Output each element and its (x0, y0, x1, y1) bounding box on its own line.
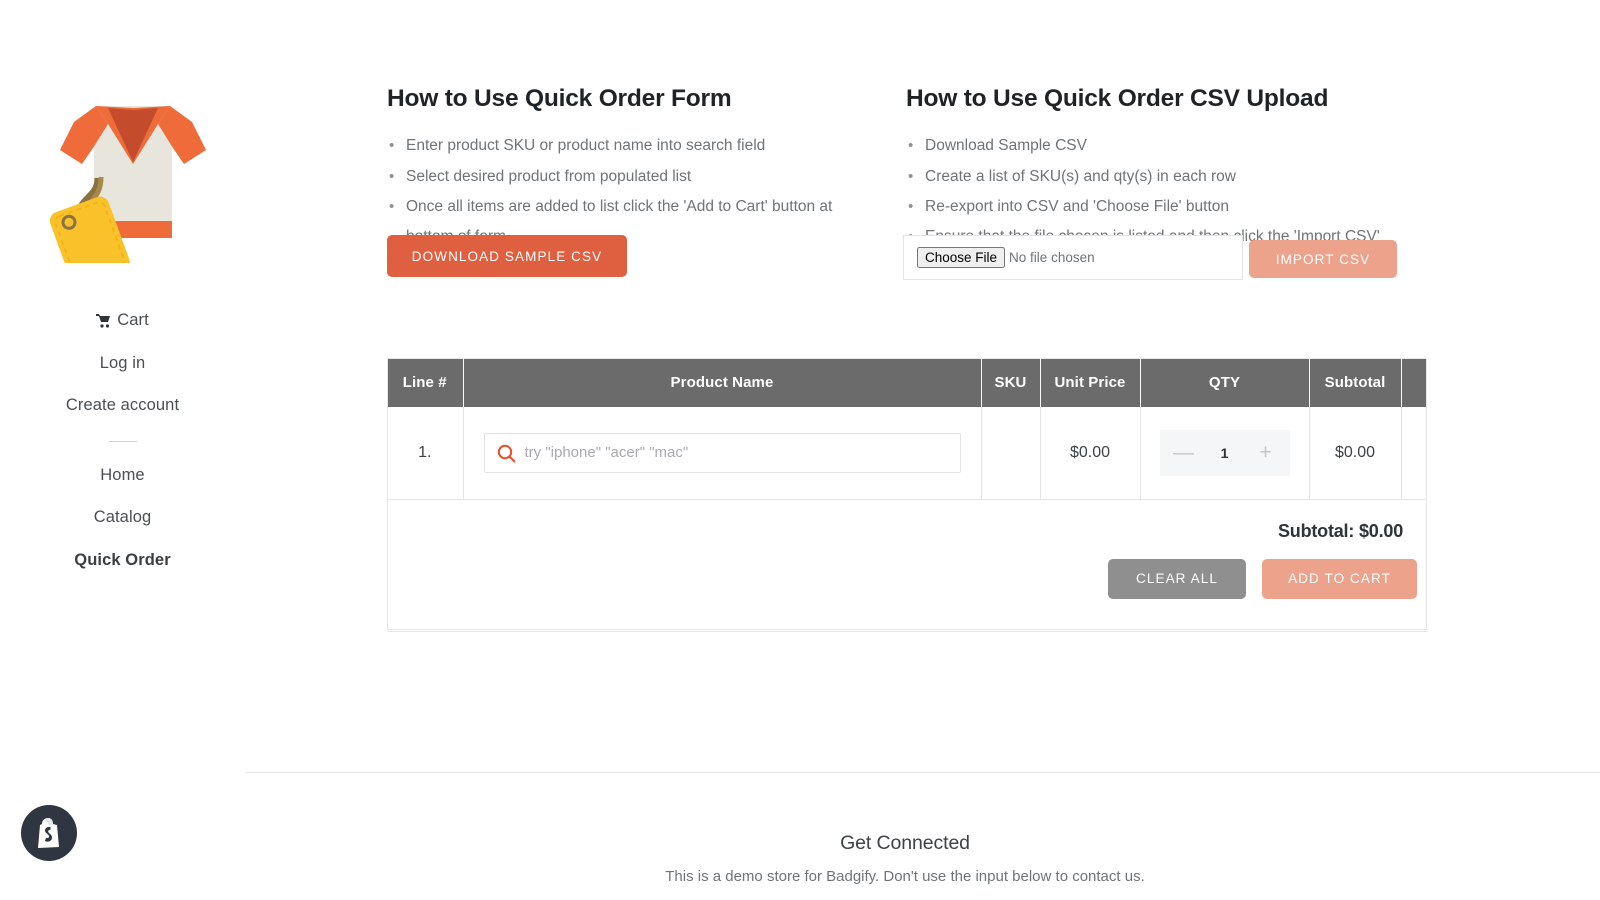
sidebar-item-label: Quick Order (74, 550, 171, 569)
table-footer-cell: Subtotal: $0.00 CLEAR ALL ADD TO CART (387, 499, 1427, 632)
sidebar-item-label: Catalog (93, 508, 152, 526)
cell-line-number: 1. (387, 407, 464, 500)
list-item: Select desired product from populated li… (389, 162, 866, 192)
add-to-cart-button[interactable]: ADD TO CART (1262, 558, 1417, 599)
sidebar-item-label: Home (100, 465, 145, 484)
import-csv-button[interactable]: IMPORT CSV (1249, 240, 1397, 278)
table-header-row: Line # Product Name SKU Unit Price QTY S… (387, 358, 1427, 407)
sidebar-divider (108, 440, 137, 442)
tshirt-price-tag-logo (49, 106, 206, 263)
cell-product-name (463, 407, 982, 500)
column-header-qty: QTY (1140, 358, 1310, 407)
column-header-subtotal: Subtotal (1309, 358, 1402, 407)
qty-value[interactable]: 1 (1203, 445, 1247, 461)
list-item: Re-export into CSV and 'Choose File' but… (908, 192, 1385, 222)
clear-all-button[interactable]: CLEAR ALL (1108, 558, 1246, 599)
sidebar-item-label: Cart (117, 311, 149, 329)
product-search-input[interactable] (484, 433, 960, 472)
download-sample-csv-button[interactable]: DOWNLOAD SAMPLE CSV (387, 235, 627, 277)
sidebar-item-label: Log in (99, 353, 146, 372)
csv-file-input[interactable] (917, 247, 1173, 268)
sidebar-item-create-account[interactable]: Create account (62, 384, 183, 427)
column-header-product-name: Product Name (463, 358, 982, 407)
qty-decrease-button[interactable]: — (1165, 442, 1203, 463)
table-row: 1. $0.00 (387, 407, 1427, 500)
how-to-form-title: How to Use Quick Order Form (387, 85, 732, 112)
cell-remove[interactable] (1401, 407, 1427, 500)
sidebar-nav: Cart Log in Create account Home Catalog … (0, 299, 245, 581)
table-body: 1. $0.00 (387, 407, 1427, 632)
footer-subtitle: This is a demo store for Badgify. Don't … (665, 868, 1145, 885)
column-header-line: Line # (387, 358, 464, 407)
column-header-remove (1401, 358, 1427, 407)
table-header: Line # Product Name SKU Unit Price QTY S… (387, 358, 1427, 407)
shopify-bag-icon (38, 818, 59, 848)
list-item: Download Sample CSV (908, 131, 1385, 161)
shopping-cart-icon (96, 314, 111, 328)
cell-qty: — 1 + (1140, 407, 1310, 500)
file-chooser-box[interactable] (903, 235, 1243, 280)
csv-actions-row: DOWNLOAD SAMPLE CSV IMPORT CSV (387, 232, 1437, 302)
main-content: How to Use Quick Order Form Enter produc… (245, 0, 1600, 900)
cell-subtotal: $0.00 (1309, 407, 1402, 500)
sidebar: Cart Log in Create account Home Catalog … (0, 0, 245, 900)
quick-order-page: Cart Log in Create account Home Catalog … (0, 0, 1600, 900)
quick-order-table: Line # Product Name SKU Unit Price QTY S… (387, 358, 1427, 632)
column-header-unit-price: Unit Price (1040, 358, 1141, 407)
footer-divider (245, 772, 1600, 773)
cell-sku (981, 407, 1041, 500)
list-item: Enter product SKU or product name into s… (389, 131, 866, 161)
cart-subtotal: Subtotal: $0.00 (1277, 520, 1403, 541)
sidebar-item-home[interactable]: Home (96, 454, 148, 497)
sidebar-item-catalog[interactable]: Catalog (90, 496, 156, 539)
column-header-sku: SKU (981, 358, 1041, 407)
sidebar-item-cart[interactable]: Cart (92, 299, 153, 342)
list-item: Create a list of SKU(s) and qty(s) in ea… (908, 162, 1385, 192)
quantity-stepper[interactable]: — 1 + (1159, 429, 1290, 476)
qty-increase-button[interactable]: + (1247, 442, 1285, 463)
table-footer-row: Subtotal: $0.00 CLEAR ALL ADD TO CART (387, 499, 1427, 632)
footer-title: Get Connected (840, 832, 970, 854)
shopify-badge[interactable] (21, 805, 77, 861)
sidebar-item-log-in[interactable]: Log in (96, 342, 150, 385)
cell-unit-price: $0.00 (1040, 407, 1141, 500)
search-icon (497, 444, 516, 468)
how-to-csv-title: How to Use Quick Order CSV Upload (906, 85, 1329, 112)
sidebar-item-quick-order[interactable]: Quick Order (70, 539, 174, 582)
product-search-field[interactable] (483, 432, 961, 473)
sidebar-item-label: Create account (65, 396, 180, 414)
